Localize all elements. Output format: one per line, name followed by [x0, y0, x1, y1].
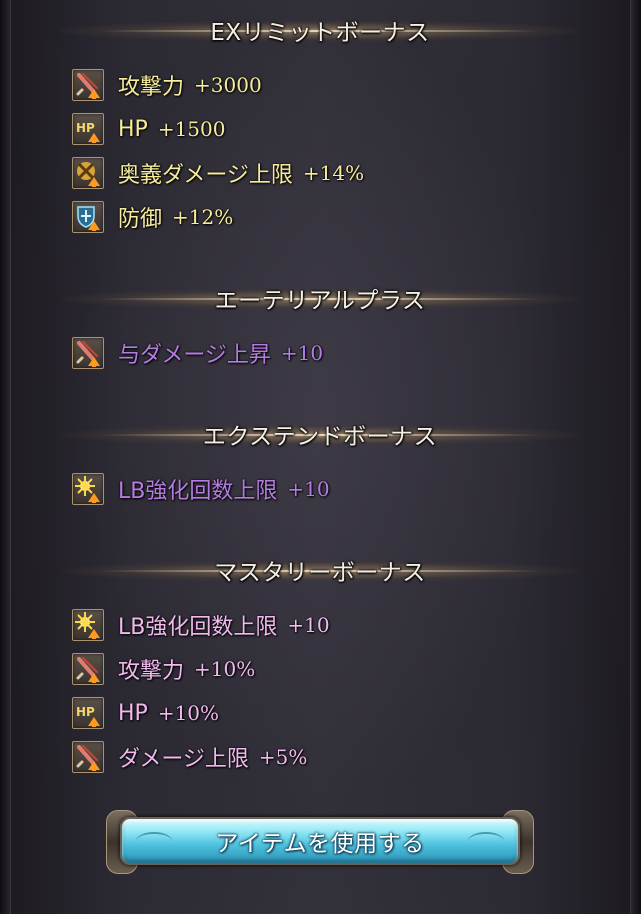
bonus-label: 攻撃力	[118, 659, 185, 684]
bonus-row-attack: 攻撃力 +3000	[72, 68, 262, 102]
section-header-ex-limit-bonus: EXリミットボーナス	[60, 8, 580, 52]
attack-up-icon	[72, 69, 104, 101]
bonus-label: 与ダメージ上昇	[118, 343, 271, 368]
svg-text:HP: HP	[76, 705, 95, 719]
section-title: マスタリーボーナス	[214, 560, 426, 586]
bonus-label: LB強化回数上限	[118, 479, 278, 504]
damage-cap-up-icon	[72, 741, 104, 773]
bonus-row-attack: 攻撃力 +10%	[72, 652, 255, 686]
use-item-button[interactable]: アイテムを使用する	[106, 810, 534, 874]
bonus-value: +5%	[258, 745, 308, 769]
bonus-row-defense: 防御 +12%	[72, 200, 233, 234]
panel-frame-left	[0, 0, 10, 914]
bonus-value: +10	[280, 341, 324, 365]
bonus-label: ダメージ上限	[118, 747, 249, 772]
hp-up-icon: HP	[72, 113, 104, 145]
attack-up-icon	[72, 653, 104, 685]
section-header-mastery-bonus: マスタリーボーナス	[60, 548, 580, 592]
bonus-value: +3000	[194, 73, 262, 97]
bonus-row-hp: HP HP +10%	[72, 696, 219, 730]
bonus-panel: EXリミットボーナス 攻撃力 +3000 HP HP +1500 奥義ダメージ上…	[0, 0, 641, 914]
bonus-label: HP	[118, 116, 148, 142]
bonus-value: +12%	[172, 205, 234, 229]
lb-limit-up-icon	[72, 473, 104, 505]
section-title: エクステンドボーナス	[202, 424, 438, 450]
panel-frame-right	[631, 0, 641, 914]
bonus-value: +10	[287, 477, 330, 501]
bonus-row-damage-up: 与ダメージ上昇 +10	[72, 336, 323, 370]
bonus-label: 攻撃力	[118, 75, 185, 100]
damage-up-icon	[72, 337, 104, 369]
section-header-ethereal-plus: エーテリアルプラス	[60, 276, 580, 320]
bonus-value: +10%	[157, 701, 220, 725]
bonus-label: 奥義ダメージ上限	[118, 163, 293, 188]
lb-limit-up-icon	[72, 609, 104, 641]
use-item-button-label: アイテムを使用する	[215, 831, 425, 857]
defense-up-icon	[72, 201, 104, 233]
hp-up-icon: HP	[72, 697, 104, 729]
bonus-label: 防御	[118, 207, 163, 232]
bonus-row-hp: HP HP +1500	[72, 112, 225, 146]
bonus-row-ougi-damage-cap: 奥義ダメージ上限 +14%	[72, 156, 364, 190]
panel-frame-line-right	[630, 0, 631, 914]
section-header-extend-bonus: エクステンドボーナス	[60, 412, 580, 456]
panel-frame-line-left	[10, 0, 11, 914]
bonus-row-damage-cap: ダメージ上限 +5%	[72, 740, 307, 774]
bonus-value: +10	[287, 613, 330, 637]
ougi-cap-up-icon	[72, 157, 104, 189]
bonus-label: LB強化回数上限	[118, 615, 278, 640]
bonus-value: +14%	[302, 161, 365, 185]
bonus-value: +1500	[157, 117, 226, 141]
section-title: EXリミットボーナス	[210, 20, 430, 46]
bonus-row-lb-limit: LB強化回数上限 +10	[72, 608, 330, 642]
bonus-value: +10%	[194, 657, 256, 681]
section-title: エーテリアルプラス	[214, 288, 426, 314]
svg-text:HP: HP	[76, 121, 95, 135]
bonus-label: HP	[118, 700, 148, 726]
bonus-row-lb-limit: LB強化回数上限 +10	[72, 472, 330, 506]
